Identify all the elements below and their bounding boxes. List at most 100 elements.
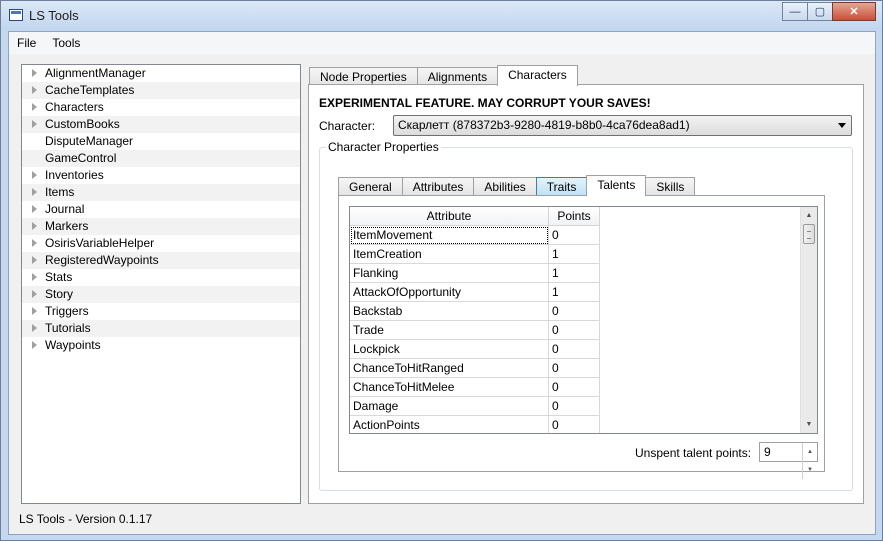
table-row[interactable]: Backstab 0	[350, 302, 600, 321]
tree-item[interactable]: CustomBooks	[22, 116, 300, 133]
attribute-cell[interactable]: ItemMovement	[350, 226, 549, 245]
tab-general[interactable]: General	[338, 177, 403, 196]
tab-abilities[interactable]: Abilities	[473, 177, 537, 196]
attribute-cell[interactable]: ChanceToHitMelee	[350, 378, 549, 397]
maximize-button[interactable]: ▢	[807, 2, 833, 21]
scroll-thumb[interactable]	[803, 224, 815, 244]
attribute-cell[interactable]: ChanceToHitRanged	[350, 359, 549, 378]
attribute-cell[interactable]: AttackOfOpportunity	[350, 283, 549, 302]
tab-talents[interactable]: Talents	[586, 175, 647, 196]
menu-file[interactable]: File	[9, 32, 44, 54]
expand-arrow-icon[interactable]	[32, 239, 37, 247]
tree-item-label: DisputeManager	[45, 134, 134, 148]
tree-item[interactable]: AlignmentManager	[22, 65, 300, 82]
tab-attributes[interactable]: Attributes	[401, 177, 475, 196]
points-cell[interactable]: 1	[549, 245, 600, 264]
table-row[interactable]: Lockpick 0	[350, 340, 600, 359]
expand-arrow-icon[interactable]	[32, 86, 37, 94]
tree-item[interactable]: GameControl	[22, 150, 300, 167]
scroll-down-icon[interactable]: ▼	[801, 416, 817, 433]
expand-arrow-icon[interactable]	[32, 256, 37, 264]
tab-traits[interactable]: Traits	[535, 177, 588, 196]
points-cell[interactable]: 1	[549, 283, 600, 302]
attribute-cell[interactable]: ActionPoints	[350, 416, 549, 433]
character-label: Character:	[319, 119, 376, 133]
unspent-points-spinbox[interactable]: 9 ▲ ▼	[759, 442, 818, 479]
points-cell[interactable]: 0	[549, 378, 600, 397]
tab-characters[interactable]: Characters	[497, 65, 578, 86]
close-button[interactable]: ✕	[832, 2, 876, 21]
tree-item-label: Characters	[45, 100, 104, 114]
points-cell[interactable]: 0	[549, 340, 600, 359]
tree-item-label: RegisteredWaypoints	[45, 253, 159, 267]
spin-buttons: ▲ ▼	[802, 443, 817, 479]
attribute-cell[interactable]: Flanking	[350, 264, 549, 283]
expand-arrow-icon[interactable]	[32, 103, 37, 111]
expand-arrow-icon[interactable]	[32, 188, 37, 196]
tree-item[interactable]: Characters	[22, 99, 300, 116]
tree-item[interactable]: DisputeManager	[22, 133, 300, 150]
expand-arrow-icon[interactable]	[32, 120, 37, 128]
minimize-button[interactable]: —	[782, 2, 808, 21]
expand-arrow-icon[interactable]	[32, 205, 37, 213]
points-cell[interactable]: 0	[549, 302, 600, 321]
expand-arrow-icon[interactable]	[32, 307, 37, 315]
scroll-up-icon[interactable]: ▲	[801, 207, 817, 224]
table-row[interactable]: Flanking 1	[350, 264, 600, 283]
points-cell[interactable]: 1	[549, 264, 600, 283]
table-row[interactable]: Trade 0	[350, 321, 600, 340]
tree-item[interactable]: Markers	[22, 218, 300, 235]
spin-up-icon[interactable]: ▲	[802, 443, 817, 461]
tree-item[interactable]: Items	[22, 184, 300, 201]
menu-tools[interactable]: Tools	[44, 32, 88, 54]
expand-arrow-icon[interactable]	[32, 222, 37, 230]
expand-arrow-icon[interactable]	[32, 290, 37, 298]
tree-item[interactable]: Stats	[22, 269, 300, 286]
app-window: LS Tools — ▢ ✕ File Tools AlignmentManag…	[0, 0, 883, 541]
attribute-cell[interactable]: Trade	[350, 321, 549, 340]
points-cell[interactable]: 0	[549, 359, 600, 378]
points-cell[interactable]: 0	[549, 321, 600, 340]
tree-item[interactable]: Waypoints	[22, 337, 300, 354]
points-cell[interactable]: 0	[549, 226, 600, 245]
column-header-attribute[interactable]: Attribute	[350, 207, 549, 226]
tree-item[interactable]: Triggers	[22, 303, 300, 320]
tab-skills[interactable]: Skills	[645, 177, 696, 196]
tree-item[interactable]: OsirisVariableHelper	[22, 235, 300, 252]
expand-arrow-icon[interactable]	[32, 69, 37, 77]
group-title: Character Properties	[326, 140, 441, 154]
table-row[interactable]: AttackOfOpportunity 1	[350, 283, 600, 302]
menu-bar: File Tools	[9, 32, 875, 54]
attribute-cell[interactable]: Backstab	[350, 302, 549, 321]
table-row[interactable]: Damage 0	[350, 397, 600, 416]
table-row[interactable]: ActionPoints 0	[350, 416, 600, 433]
tree-item[interactable]: Story	[22, 286, 300, 303]
expand-arrow-icon[interactable]	[32, 273, 37, 281]
title-bar[interactable]: LS Tools — ▢ ✕	[1, 1, 882, 31]
table-row[interactable]: ChanceToHitMelee 0	[350, 378, 600, 397]
tree-item[interactable]: Tutorials	[22, 320, 300, 337]
tree-item[interactable]: Inventories	[22, 167, 300, 184]
tree-item[interactable]: RegisteredWaypoints	[22, 252, 300, 269]
window-title: LS Tools	[29, 8, 79, 23]
points-cell[interactable]: 0	[549, 397, 600, 416]
expand-arrow-icon[interactable]	[32, 341, 37, 349]
node-tree[interactable]: AlignmentManager CacheTemplates Characters…	[21, 64, 301, 504]
tree-item[interactable]: CacheTemplates	[22, 82, 300, 99]
table-row[interactable]: ItemMovement 0	[350, 226, 600, 245]
column-header-points[interactable]: Points	[549, 207, 600, 226]
table-row[interactable]: ItemCreation 1	[350, 245, 600, 264]
character-select[interactable]: Скарлетт (878372b3-9280-4819-b8b0-4ca76d…	[393, 115, 852, 136]
expand-arrow-icon[interactable]	[32, 171, 37, 179]
points-cell[interactable]: 0	[549, 416, 600, 433]
table-row[interactable]: ChanceToHitRanged 0	[350, 359, 600, 378]
spin-down-icon[interactable]: ▼	[802, 461, 817, 479]
attribute-cell[interactable]: Damage	[350, 397, 549, 416]
tree-item[interactable]: Journal	[22, 201, 300, 218]
talents-grid[interactable]: Attribute Points ItemMovement 0 ItemCreati…	[349, 206, 818, 434]
expand-arrow-icon[interactable]	[32, 324, 37, 332]
attribute-cell[interactable]: ItemCreation	[350, 245, 549, 264]
unspent-points-value: 9	[764, 445, 771, 459]
grid-scrollbar[interactable]: ▲ ▼	[800, 207, 817, 433]
attribute-cell[interactable]: Lockpick	[350, 340, 549, 359]
